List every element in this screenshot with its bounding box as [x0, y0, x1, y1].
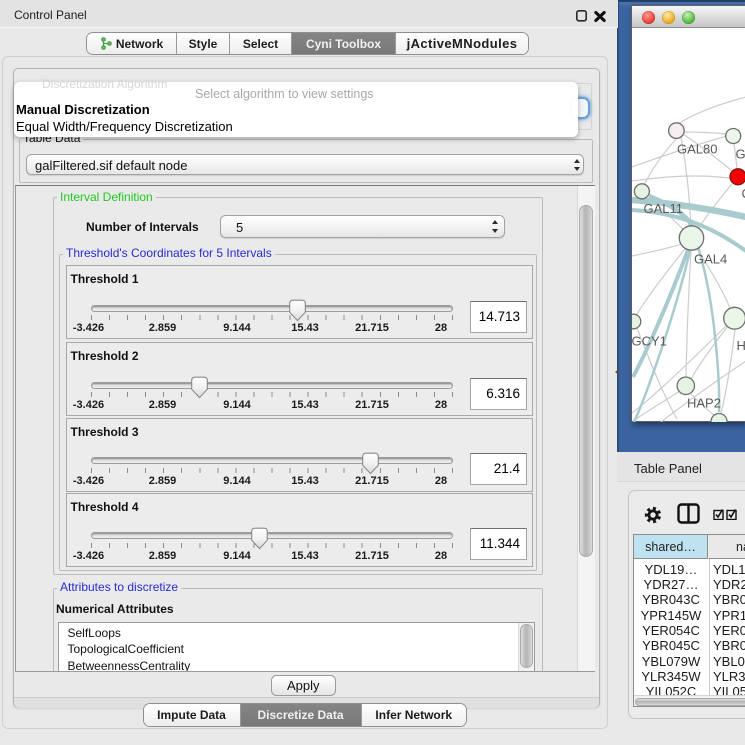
svg-text:HA: HA	[737, 338, 745, 353]
svg-text:GAL11: GAL11	[644, 201, 684, 216]
svg-text:GCY1: GCY1	[632, 334, 667, 349]
svg-text:GAL80: GAL80	[677, 142, 717, 157]
svg-text:GAL4: GAL4	[694, 252, 727, 267]
svg-text:GAL: GAL	[736, 147, 745, 162]
svg-text:CD: CD	[742, 186, 745, 201]
svg-text:HAP2: HAP2	[687, 396, 721, 411]
